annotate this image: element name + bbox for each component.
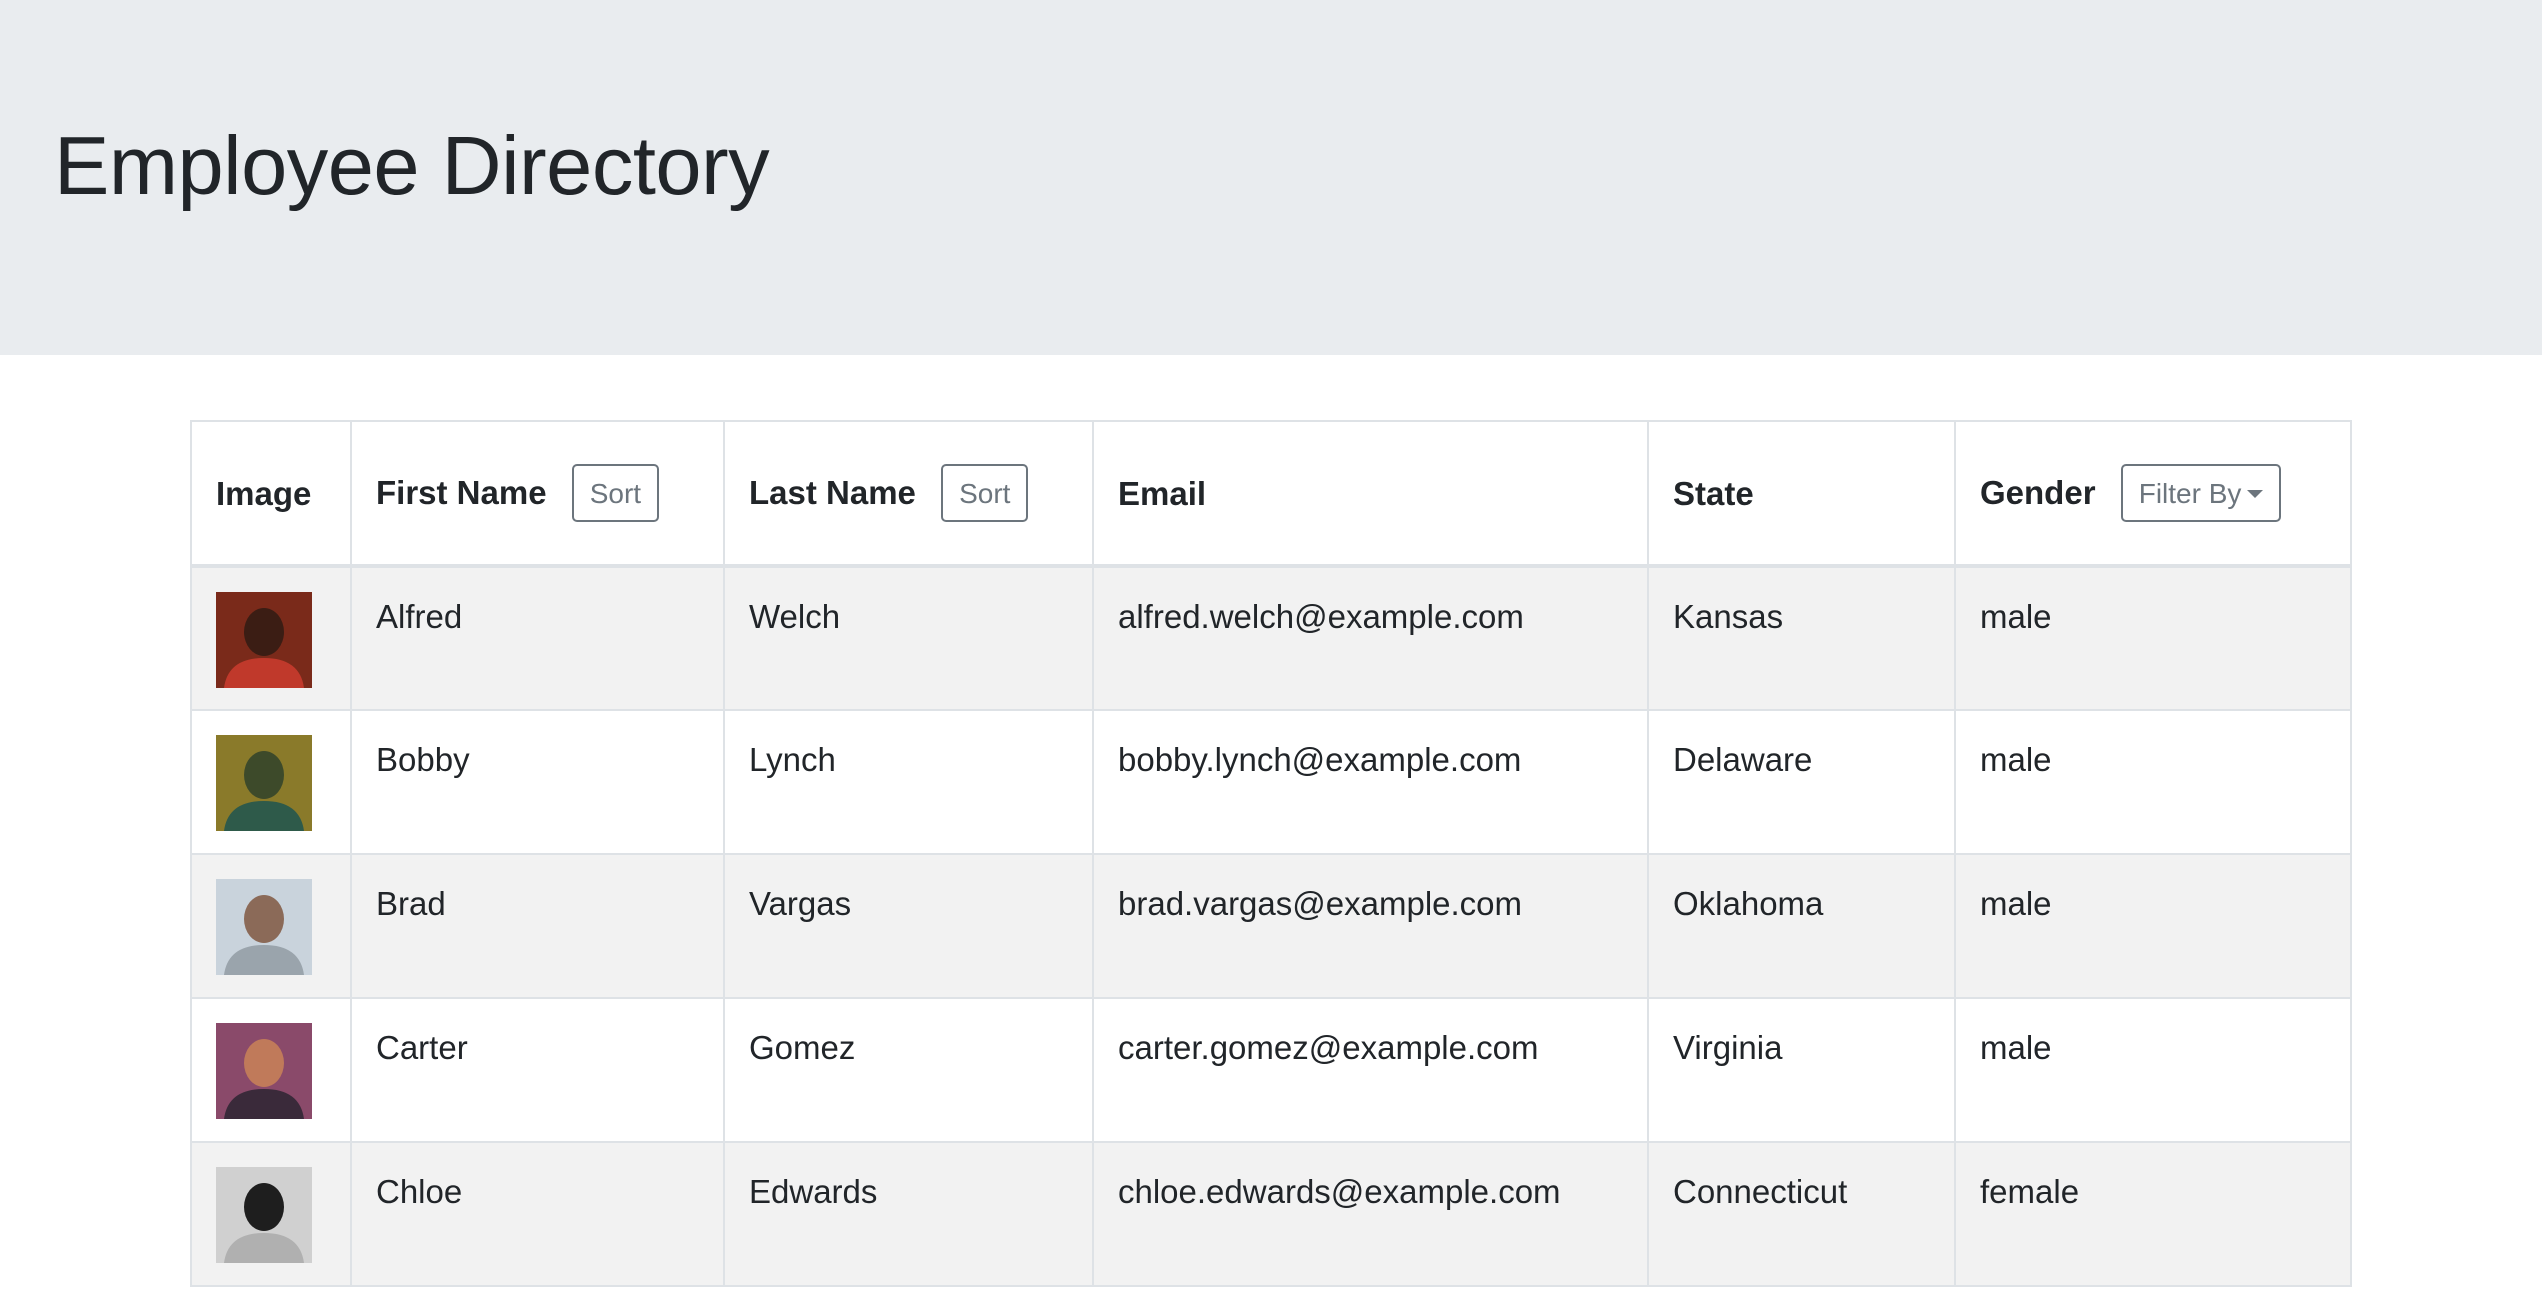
- email-cell: carter.gomez@example.com: [1092, 997, 1649, 1143]
- employee-table-container: Image First Name Sort Last Name Sort Ema…: [190, 420, 2352, 1287]
- avatar-cell: [190, 709, 352, 855]
- email-cell: chloe.edwards@example.com: [1092, 1141, 1649, 1287]
- first-name-cell: Carter: [350, 997, 725, 1143]
- last-name-cell: Edwards: [723, 1141, 1094, 1287]
- avatar: [216, 592, 312, 688]
- first-name-cell: Bobby: [350, 709, 725, 855]
- avatar-cell: [190, 565, 352, 711]
- table-row: Brad Vargas brad.vargas@example.com Oklahom…: [190, 853, 2352, 999]
- state-cell: Kansas: [1647, 565, 1956, 711]
- state-cell: Connecticut: [1647, 1141, 1956, 1287]
- first-name-cell: Chloe: [350, 1141, 725, 1287]
- page-title: Employee Directory: [54, 119, 770, 212]
- gender-cell: male: [1954, 565, 2352, 711]
- sort-last-name-button[interactable]: Sort: [941, 464, 1029, 522]
- gender-cell: male: [1954, 853, 2352, 999]
- column-header-gender: Gender Filter By: [1954, 420, 2352, 568]
- gender-filter-dropdown[interactable]: Filter By: [2120, 464, 2282, 522]
- avatar: [216, 735, 312, 831]
- table-row: Bobby Lynch bobby.lynch@example.com Delawar…: [190, 709, 2352, 855]
- column-header-label: State: [1673, 475, 1754, 513]
- last-name-cell: Lynch: [723, 709, 1094, 855]
- gender-cell: female: [1954, 1141, 2352, 1287]
- avatar: [216, 879, 312, 975]
- table-row: Alfred Welch alfred.welch@example.com Kansa…: [190, 565, 2352, 711]
- column-header-last-name: Last Name Sort: [723, 420, 1094, 568]
- last-name-cell: Gomez: [723, 997, 1094, 1143]
- table-body: Alfred Welch alfred.welch@example.com Kansa…: [190, 565, 2352, 1287]
- gender-cell: male: [1954, 997, 2352, 1143]
- last-name-cell: Vargas: [723, 853, 1094, 999]
- last-name-cell: Welch: [723, 565, 1094, 711]
- avatar: [216, 1023, 312, 1119]
- sort-first-name-button[interactable]: Sort: [571, 464, 660, 522]
- column-header-first-name: First Name Sort: [350, 420, 725, 568]
- column-header-label: First Name: [376, 474, 547, 511]
- column-header-label: Image: [216, 475, 312, 513]
- table-header-row: Image First Name Sort Last Name Sort Ema…: [190, 420, 2352, 568]
- state-cell: Delaware: [1647, 709, 1956, 855]
- avatar-cell: [190, 997, 352, 1143]
- email-cell: bobby.lynch@example.com: [1092, 709, 1649, 855]
- avatar-cell: [190, 1141, 352, 1287]
- avatar: [216, 1167, 312, 1263]
- employee-table: Image First Name Sort Last Name Sort Ema…: [190, 420, 2352, 1287]
- avatar-cell: [190, 853, 352, 999]
- state-cell: Virginia: [1647, 997, 1956, 1143]
- column-header-label: Gender: [1980, 474, 2096, 511]
- email-cell: brad.vargas@example.com: [1092, 853, 1649, 999]
- column-header-state: State: [1647, 420, 1956, 568]
- email-cell: alfred.welch@example.com: [1092, 565, 1649, 711]
- state-cell: Oklahoma: [1647, 853, 1956, 999]
- column-header-label: Email: [1118, 475, 1207, 513]
- table-row: Chloe Edwards chloe.edwards@example.com Con…: [190, 1141, 2352, 1287]
- filter-dropdown-label: Filter By: [2138, 478, 2242, 509]
- table-row: Carter Gomez carter.gomez@example.com Virgi…: [190, 997, 2352, 1143]
- column-header-email: Email: [1092, 420, 1649, 568]
- first-name-cell: Brad: [350, 853, 725, 999]
- gender-cell: male: [1954, 709, 2352, 855]
- column-header-label: Last Name: [749, 474, 916, 511]
- chevron-down-icon: [2247, 490, 2264, 498]
- first-name-cell: Alfred: [350, 565, 725, 711]
- column-header-image: Image: [190, 420, 352, 568]
- header-jumbotron: Employee Directory: [0, 0, 2542, 355]
